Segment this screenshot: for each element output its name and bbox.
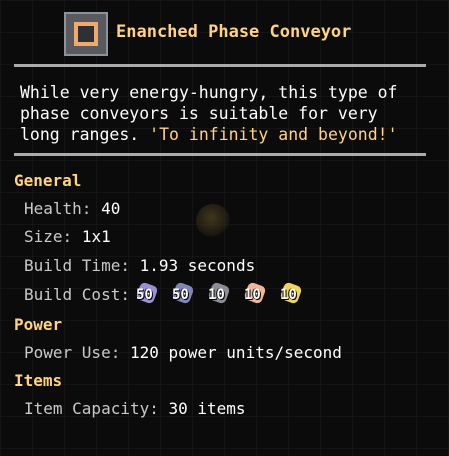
section-power: Power [14, 315, 63, 334]
cost-amount: 10 [280, 287, 297, 303]
stat-build-cost: Build Cost: [24, 285, 130, 304]
stat-build-time-value: 1.93 seconds [139, 256, 256, 275]
build-cost-list: 50 50 10 10 10 [134, 281, 310, 306]
divider-top [14, 64, 426, 67]
stat-build-cost-label: Build Cost: [24, 285, 130, 304]
cost-amount: 50 [172, 287, 189, 303]
section-items: Items [14, 371, 63, 390]
cost-item: 10 [206, 281, 238, 306]
stat-build-time: Build Time: 1.93 seconds [24, 256, 255, 275]
stat-item-capacity: Item Capacity: 30 items [24, 399, 246, 418]
cost-item: 10 [242, 281, 274, 306]
stat-power-use: Power Use: 120 power units/second [24, 343, 342, 362]
stat-power-use-label: Power Use: [24, 343, 121, 362]
background-block-icon [196, 204, 230, 238]
stat-power-use-value: 120 power units/second [129, 343, 342, 362]
stat-build-time-label: Build Time: [24, 256, 130, 275]
stat-size-value: 1x1 [81, 227, 111, 246]
stat-size-label: Size: [24, 227, 73, 246]
flavor-text: 'To infinity and beyond!' [149, 125, 398, 144]
block-description: While very energy-hungry, this type of p… [20, 82, 426, 145]
stat-health: Health: 40 [24, 199, 120, 218]
cost-item: 50 [170, 281, 202, 306]
cost-item: 10 [278, 281, 310, 306]
stat-item-capacity-value: 30 items [168, 399, 246, 418]
cost-amount: 10 [244, 287, 261, 303]
cost-amount: 50 [136, 287, 153, 303]
stat-health-label: Health: [24, 199, 92, 218]
cost-item: 50 [134, 281, 166, 306]
block-title: Enanched Phase Conveyor [116, 22, 352, 42]
divider-bottom [14, 153, 426, 156]
stat-health-value: 40 [101, 199, 121, 218]
stat-size: Size: 1x1 [24, 227, 111, 246]
section-general: General [14, 171, 82, 190]
stat-item-capacity-label: Item Capacity: [24, 399, 159, 418]
cost-amount: 10 [208, 287, 225, 303]
phase-conveyor-icon [64, 12, 108, 56]
